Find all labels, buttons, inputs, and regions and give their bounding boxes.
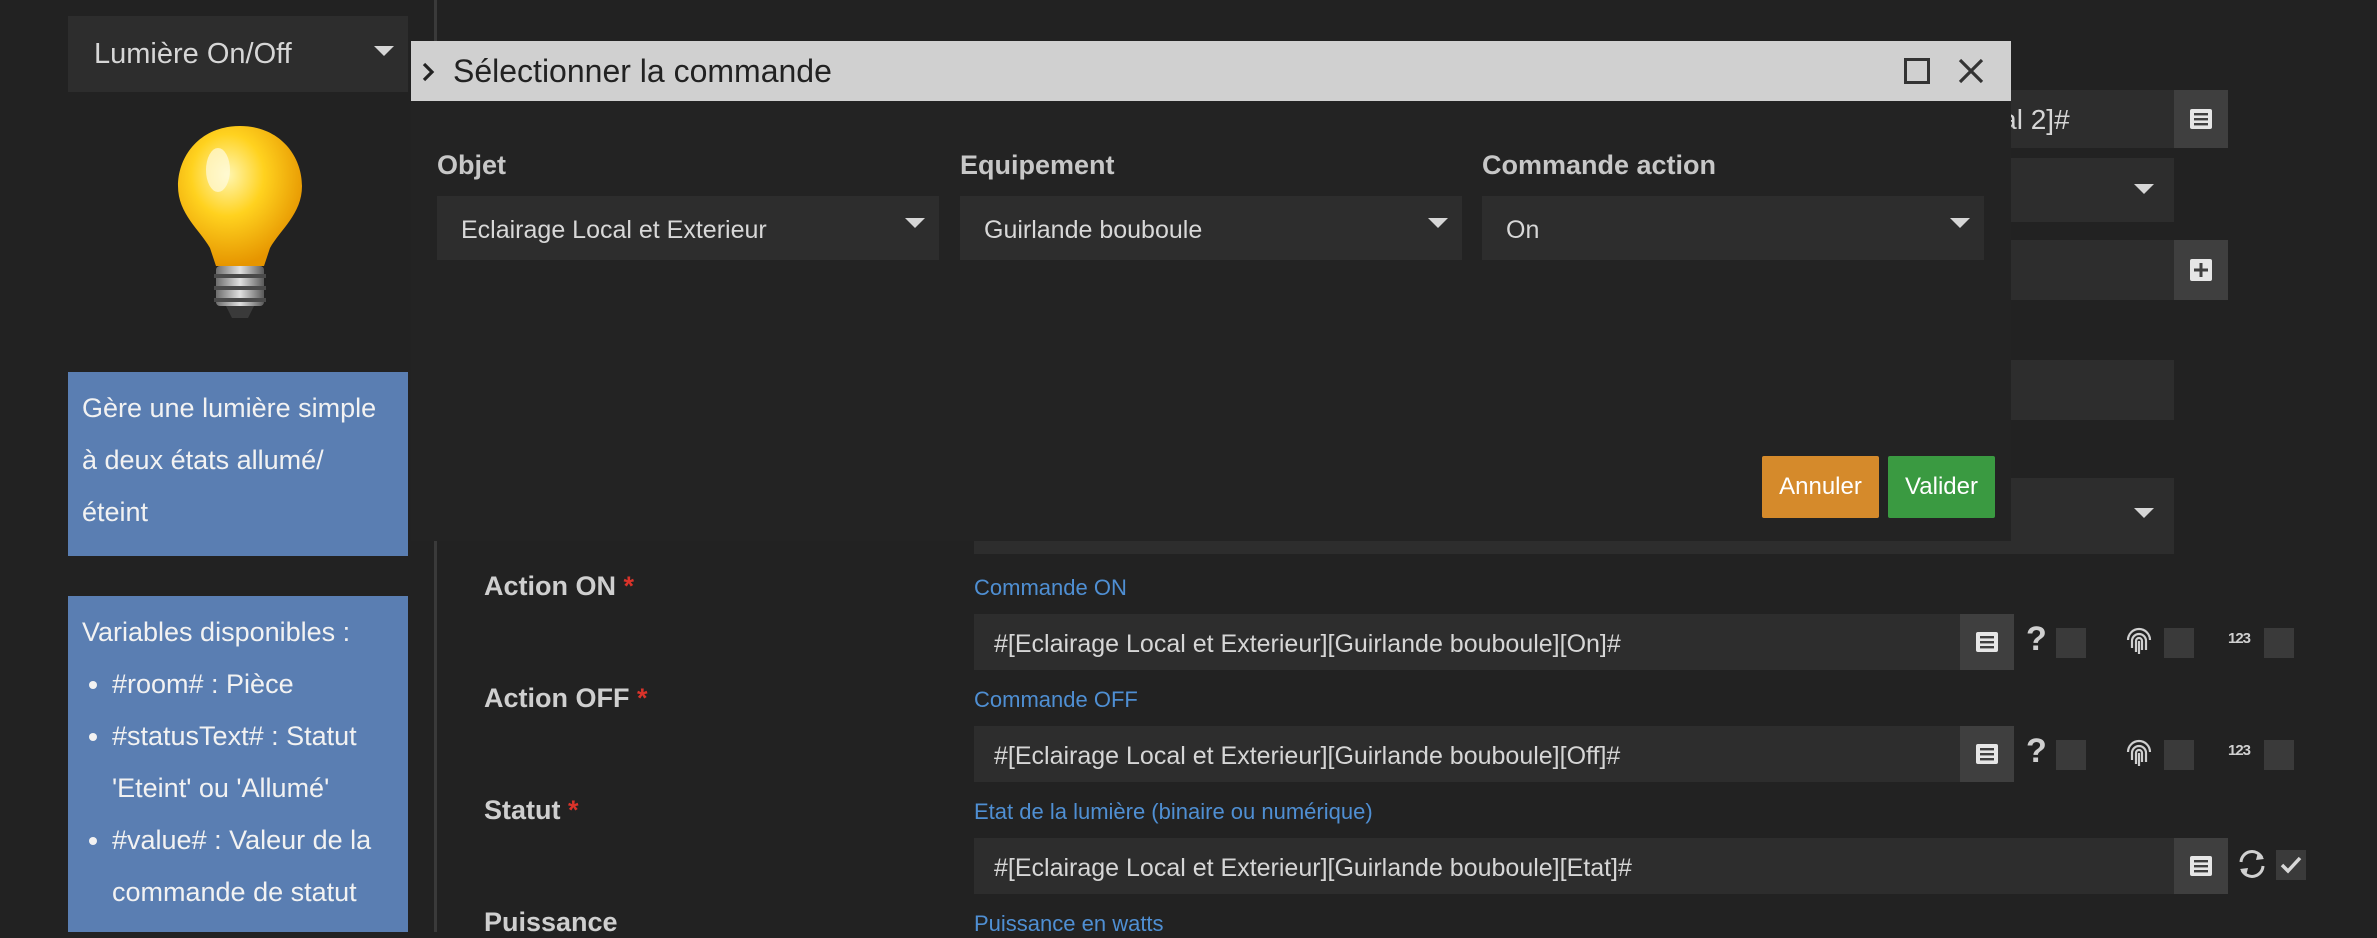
chevron-down-icon [2134, 184, 2154, 194]
question-icon: ? [2026, 620, 2047, 658]
variables-panel: Variables disponibles : #room# : Pièce #… [68, 596, 408, 932]
chevron-down-icon [2134, 508, 2154, 518]
status-input[interactable]: #[Eclairage Local et Exterieur][Guirland… [974, 838, 2174, 894]
question-icon: ? [2026, 732, 2047, 770]
fingerprint-icon [2126, 739, 2152, 766]
plus-icon [2190, 259, 2212, 281]
status-help: Etat de la lumière (binaire ou numérique… [974, 799, 1373, 824]
numeric-icon: 123 [2228, 742, 2251, 759]
field-label: Action OFF [484, 683, 630, 713]
refresh-icon[interactable] [2236, 848, 2268, 880]
template-description: Gère une lumière simple à deux états all… [68, 372, 408, 556]
power-label: Puissance [484, 907, 618, 937]
confirm-checkbox[interactable] [2056, 740, 2086, 770]
chevron-down-icon [1428, 218, 1448, 228]
action-off-input[interactable]: #[Eclairage Local et Exterieur][Guirland… [974, 726, 1960, 782]
object-select[interactable]: Eclairage Local et Exterieur [437, 196, 939, 260]
dialog-title: Sélectionner la commande [453, 53, 832, 89]
action-off-value: #[Eclairage Local et Exterieur][Guirland… [994, 742, 1621, 770]
command-label: Commande action [1482, 150, 1717, 180]
select-command-button[interactable] [2174, 90, 2228, 148]
list-icon [2190, 109, 2212, 129]
required-mark: * [568, 795, 579, 825]
check-icon [2280, 856, 2302, 874]
template-description-text: Gère une lumière simple à deux états all… [82, 393, 377, 527]
variable-item: #room# : Pièce [112, 658, 394, 710]
equipment-select[interactable]: Guirlande bouboule [960, 196, 1462, 260]
fingerprint-icon [2126, 627, 2152, 654]
chevron-down-icon [374, 46, 394, 56]
action-off-help: Commande OFF [974, 687, 1138, 712]
action-on-value: #[Eclairage Local et Exterieur][Guirland… [994, 630, 1621, 658]
action-on-label: Action ON * [484, 571, 634, 602]
select-command-button[interactable] [1960, 726, 2014, 782]
action-off-label: Action OFF * [484, 683, 648, 714]
status-label: Statut * [484, 795, 579, 826]
action-on-input[interactable]: #[Eclairage Local et Exterieur][Guirland… [974, 614, 1960, 670]
required-mark: * [637, 683, 648, 713]
numeric-checkbox[interactable] [2264, 628, 2294, 658]
list-icon [1976, 744, 1998, 764]
pin-checkbox[interactable] [2164, 628, 2194, 658]
lightbulb-icon [178, 126, 302, 318]
cancel-button[interactable]: Annuler [1762, 456, 1879, 518]
variable-item: #statusText# : Statut 'Eteint' ou 'Allum… [112, 710, 394, 814]
numeric-icon: 123 [2228, 630, 2251, 647]
variables-title: Variables disponibles : [82, 617, 351, 647]
add-button[interactable] [2174, 240, 2228, 300]
action-on-help: Commande ON [974, 575, 1127, 600]
status-checkbox[interactable] [2276, 850, 2306, 880]
list-icon [1976, 632, 1998, 652]
equipment-select-value: Guirlande bouboule [984, 216, 1203, 244]
select-command-button[interactable] [1960, 614, 2014, 670]
confirm-checkbox[interactable] [2056, 628, 2086, 658]
close-icon[interactable] [1956, 56, 1986, 86]
field-label: Action ON [484, 571, 616, 601]
variable-item: #value# : Valeur de la commande de statu… [112, 814, 394, 918]
object-select-value: Eclairage Local et Exterieur [461, 216, 767, 244]
list-icon [2190, 856, 2212, 876]
template-select[interactable]: Lumière On/Off [68, 16, 408, 92]
maximize-icon[interactable] [1904, 58, 1930, 84]
numeric-checkbox[interactable] [2264, 740, 2294, 770]
status-value: #[Eclairage Local et Exterieur][Guirland… [994, 854, 1632, 882]
confirm-button[interactable]: Valider [1888, 456, 1995, 518]
object-label: Objet [437, 150, 507, 180]
pin-checkbox[interactable] [2164, 740, 2194, 770]
command-select-value: On [1506, 216, 1540, 244]
required-mark: * [623, 571, 635, 601]
chevron-down-icon [1950, 218, 1970, 228]
field-label: Statut [484, 795, 561, 825]
power-help: Puissance en watts [974, 911, 1164, 936]
command-select[interactable]: On [1482, 196, 1984, 260]
chevron-down-icon [905, 218, 925, 228]
select-command-button[interactable] [2174, 838, 2228, 894]
template-select-value: Lumière On/Off [94, 38, 292, 70]
chevron-right-icon[interactable] [421, 62, 435, 82]
equipment-label: Equipement [960, 150, 1115, 180]
